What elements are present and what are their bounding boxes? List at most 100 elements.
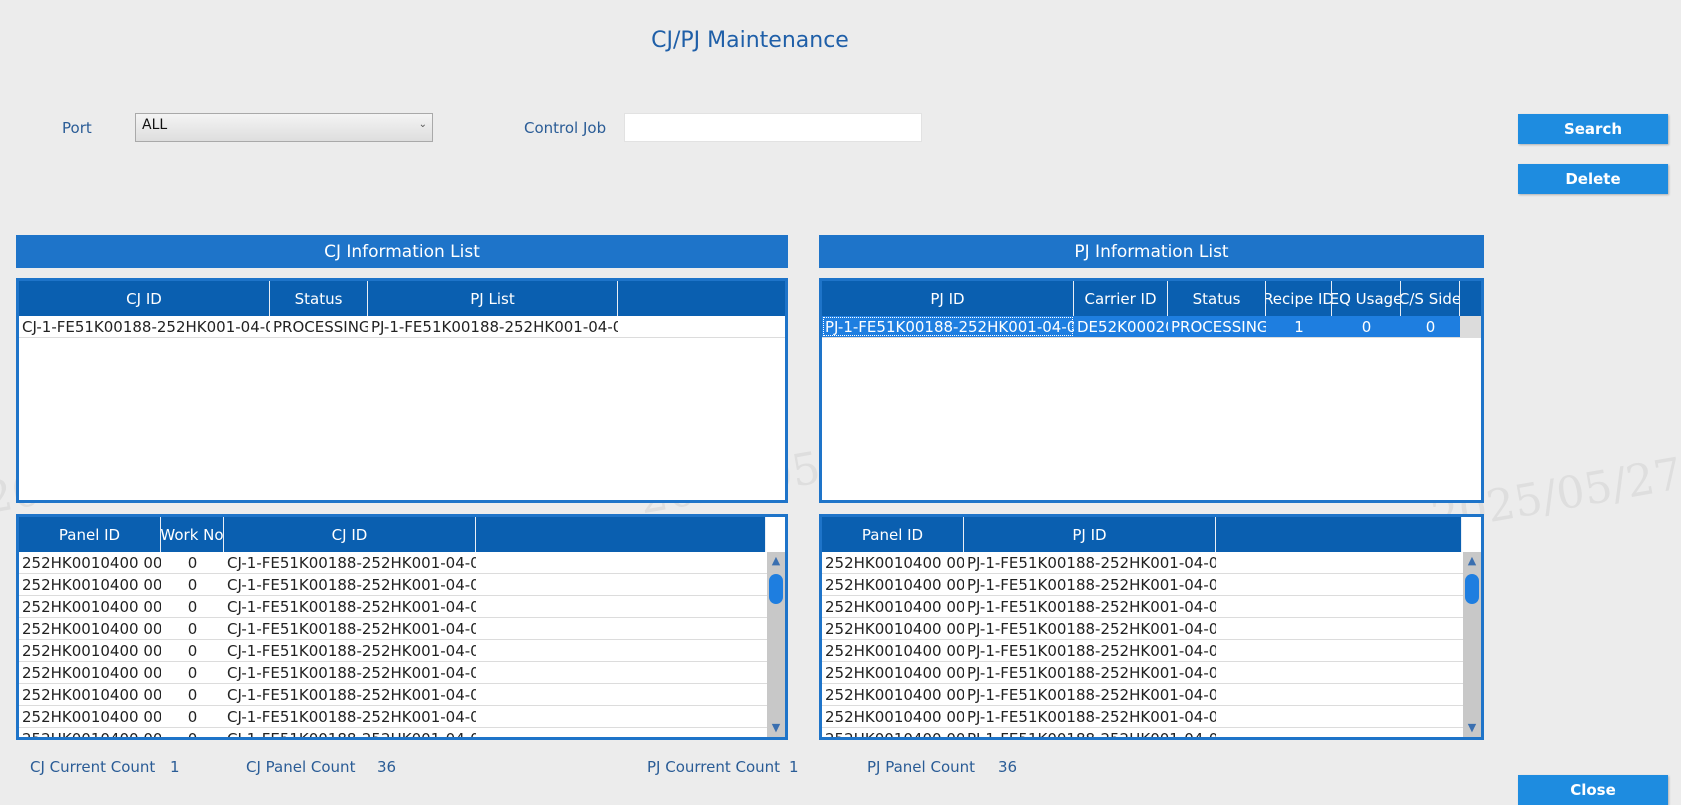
scroll-up-icon[interactable]: ▲ [1463,554,1481,568]
table-cell: CJ-1-FE51K00188-252HK001-04-00 [227,575,476,594]
table-cell: 252HK0010400 004 [825,619,964,638]
table-row[interactable]: 252HK0010400 007 0 CJ-1-FE51K00188-252HK00… [19,684,785,706]
table-row[interactable]: 252HK0010400 009 0 CJ-1-FE51K00188-252HK00… [19,728,785,740]
table-cell: 252HK0010400 007 [825,685,964,704]
pj-panel-grid[interactable]: Panel ID PJ ID 252HK0010400 001 PJ-1-FE51… [819,514,1484,740]
table-cell: PJ-1-FE51K00188-252HK001-04-00 [967,707,1216,726]
table-cell: 252HK0010400 003 [22,597,161,616]
table-cell: 252HK0010400 002 [22,575,161,594]
column-header[interactable]: PJ ID [964,517,1216,552]
table-cell: 252HK0010400 004 [22,619,161,638]
table-row[interactable]: CJ-1-FE51K00188-252HK001-04-00 PROCESSIN… [19,316,785,338]
column-header[interactable]: Status [270,281,368,316]
column-header-filler [476,517,766,552]
table-row[interactable]: 252HK0010400 005 PJ-1-FE51K00188-252HK001… [822,640,1481,662]
column-header-filler [1216,517,1462,552]
cj-panel-scrollbar[interactable]: ▲ ▼ [767,552,785,737]
table-cell: 0 [187,553,198,572]
column-header[interactable]: C/S Side [1401,281,1460,316]
table-row[interactable]: 252HK0010400 003 PJ-1-FE51K00188-252HK001… [822,596,1481,618]
scroll-thumb[interactable] [1465,574,1479,604]
column-header-filler [618,281,785,316]
column-header[interactable]: Panel ID [19,517,161,552]
table-cell: 252HK0010400 006 [825,663,964,682]
cj-panel-grid[interactable]: Panel ID Work No CJ ID 252HK0010400 001 0… [16,514,788,740]
port-select[interactable]: ALL ⌄ [135,113,433,142]
pj-panel-scrollbar[interactable]: ▲ ▼ [1463,552,1481,737]
pj-current-count-label: PJ Courrent Count [647,758,781,776]
table-cell: CJ-1-FE51K00188-252HK001-04-00 [227,597,476,616]
table-row[interactable]: 252HK0010400 006 PJ-1-FE51K00188-252HK001… [822,662,1481,684]
table-row[interactable]: 252HK0010400 003 0 CJ-1-FE51K00188-252HK00… [19,596,785,618]
column-header-filler [1460,281,1481,316]
table-cell: CJ-1-FE51K00188-252HK001-04-00 [227,641,476,660]
table-row[interactable]: 252HK0010400 004 PJ-1-FE51K00188-252HK001… [822,618,1481,640]
pj-info-grid[interactable]: PJ ID Carrier ID Status Recipe ID EQ Usa… [819,278,1484,503]
table-cell: 252HK0010400 009 [825,729,964,740]
table-cell: 252HK0010400 008 [825,707,964,726]
column-header[interactable]: PJ ID [822,281,1074,316]
table-cell: 252HK0010400 001 [825,553,964,572]
table-row[interactable]: PJ-1-FE51K00188-252HK001-04-00 DE52K0002… [822,316,1481,338]
pj-list-cell: PJ-1-FE51K00188-252HK001-04-00 [371,317,618,336]
eq-usage-cell: 0 [1361,317,1372,336]
cj-panel-rows: 252HK0010400 001 0 CJ-1-FE51K00188-252HK00… [19,552,785,740]
table-row[interactable]: 252HK0010400 001 PJ-1-FE51K00188-252HK001… [822,552,1481,574]
table-cell: PJ-1-FE51K00188-252HK001-04-00 [967,619,1216,638]
table-cell: 0 [187,575,198,594]
table-cell: 252HK0010400 001 [22,553,161,572]
delete-button[interactable]: Delete [1518,164,1668,194]
cj-info-grid[interactable]: CJ ID Status PJ List CJ-1-FE51K00188-252… [16,278,788,503]
table-row[interactable]: 252HK0010400 005 0 CJ-1-FE51K00188-252HK00… [19,640,785,662]
cj-list-title: CJ Information List [16,235,788,268]
table-cell: 0 [187,619,198,638]
table-cell: CJ-1-FE51K00188-252HK001-04-00 [227,685,476,704]
table-cell: CJ-1-FE51K00188-252HK001-04-00 [227,729,476,740]
pj-panel-rows: 252HK0010400 001 PJ-1-FE51K00188-252HK001… [822,552,1481,740]
column-header[interactable]: CJ ID [224,517,476,552]
pj-list-title: PJ Information List [819,235,1484,268]
table-cell: 0 [187,685,198,704]
table-cell: PJ-1-FE51K00188-252HK001-04-00 [967,597,1216,616]
table-cell: 252HK0010400 005 [22,641,161,660]
table-cell: CJ-1-FE51K00188-252HK001-04-00 [227,553,476,572]
cj-id-cell: CJ-1-FE51K00188-252HK001-04-00 [22,317,270,336]
column-header[interactable]: PJ List [368,281,618,316]
column-header[interactable]: Carrier ID [1074,281,1168,316]
column-header[interactable]: Recipe ID [1266,281,1332,316]
table-cell: CJ-1-FE51K00188-252HK001-04-00 [227,663,476,682]
table-cell: PJ-1-FE51K00188-252HK001-04-00 [967,641,1216,660]
table-row[interactable]: 252HK0010400 002 0 CJ-1-FE51K00188-252HK00… [19,574,785,596]
table-row[interactable]: 252HK0010400 009 PJ-1-FE51K00188-252HK001… [822,728,1481,740]
pj-panel-count-value: 36 [998,758,1018,776]
column-header[interactable]: Panel ID [822,517,964,552]
recipe-id-cell: 1 [1294,317,1304,336]
table-row[interactable]: 252HK0010400 001 0 CJ-1-FE51K00188-252HK00… [19,552,785,574]
table-cell: 0 [187,597,198,616]
table-row[interactable]: 252HK0010400 008 0 CJ-1-FE51K00188-252HK00… [19,706,785,728]
pj-info-header: PJ ID Carrier ID Status Recipe ID EQ Usa… [822,281,1481,316]
table-cell: 252HK0010400 007 [22,685,161,704]
table-row[interactable]: 252HK0010400 008 PJ-1-FE51K00188-252HK001… [822,706,1481,728]
column-header[interactable]: EQ Usage [1332,281,1401,316]
close-button[interactable]: Close [1518,775,1668,805]
column-header[interactable]: CJ ID [19,281,270,316]
cj-panel-count-label: CJ Panel Count [246,758,356,776]
table-cell: PJ-1-FE51K00188-252HK001-04-00 [967,553,1216,572]
cj-panel-count-value: 36 [377,758,397,776]
table-row[interactable]: 252HK0010400 004 0 CJ-1-FE51K00188-252HK00… [19,618,785,640]
pj-current-count-value: 1 [789,758,799,776]
table-cell: PJ-1-FE51K00188-252HK001-04-00 [967,729,1216,740]
scroll-up-icon[interactable]: ▲ [767,554,785,568]
table-row[interactable]: 252HK0010400 006 0 CJ-1-FE51K00188-252HK00… [19,662,785,684]
search-button[interactable]: Search [1518,114,1668,144]
table-cell: 252HK0010400 009 [22,729,161,740]
table-row[interactable]: 252HK0010400 002 PJ-1-FE51K00188-252HK001… [822,574,1481,596]
control-job-input[interactable] [624,113,922,142]
table-row[interactable]: 252HK0010400 007 PJ-1-FE51K00188-252HK001… [822,684,1481,706]
column-header[interactable]: Work No [161,517,224,552]
scroll-down-icon[interactable]: ▼ [1463,721,1481,735]
scroll-thumb[interactable] [769,574,783,604]
scroll-down-icon[interactable]: ▼ [767,721,785,735]
column-header[interactable]: Status [1168,281,1266,316]
